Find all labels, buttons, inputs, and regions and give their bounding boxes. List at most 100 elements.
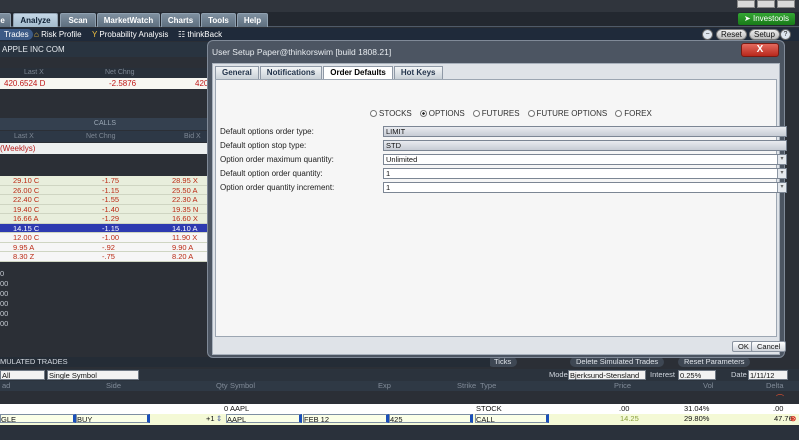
weeklys-series-row[interactable]: (Weeklys) (0, 143, 210, 154)
radio-stocks[interactable]: STOCKS (370, 109, 412, 118)
tab-general[interactable]: General (215, 66, 259, 79)
table-row[interactable]: 0 AAPL STOCK .00 31.04% .00 (0, 404, 799, 414)
tab-trade[interactable]: le (0, 13, 11, 27)
radio-future-options[interactable]: FUTURE OPTIONS (527, 109, 608, 118)
tab-hot-keys[interactable]: Hot Keys (393, 66, 443, 79)
col-symbol[interactable]: Symbol (230, 381, 255, 391)
list-item[interactable]: 0 (0, 269, 210, 279)
tab-tools[interactable]: Tools (201, 13, 236, 27)
table-row[interactable]: 8.30 Z -.75 8.20 A (0, 252, 210, 262)
qty-stepper-icon[interactable]: ⇕ (216, 414, 222, 424)
tab-charts[interactable]: Charts (161, 13, 200, 27)
cell-trade[interactable]: GLE (0, 414, 76, 424)
dialog-close-button[interactable]: X (741, 43, 779, 57)
col-header-bid[interactable]: Bid X (184, 131, 201, 142)
list-item[interactable]: 00 (0, 289, 210, 299)
cell-net: -1.55 (102, 195, 120, 204)
tab-marketwatch[interactable]: MarketWatch (97, 13, 160, 27)
setup-button[interactable]: Setup (749, 29, 780, 40)
table-row[interactable]: 9.95 A -.92 9.90 A (0, 242, 210, 252)
col-trade[interactable]: ad (2, 381, 10, 391)
thinkback-icon: ☷ (178, 30, 188, 39)
table-row[interactable]: 26.00 C -1.15 25.50 A (0, 185, 210, 195)
spinner-icon[interactable]: ▾ (777, 183, 786, 192)
order-defaults-panel: STOCKS OPTIONS FUTURES FUTURE OPTIONS FO… (215, 79, 787, 337)
minus-icon[interactable]: − (702, 29, 713, 40)
table-row-selected[interactable]: 14.15 C -1.15 14.10 A (0, 223, 210, 233)
subtab-add-simulated-trades[interactable]: Trades (0, 29, 33, 40)
spinner-icon[interactable]: ▾ (777, 155, 786, 164)
table-row[interactable]: 22.40 C -1.55 22.30 A (0, 195, 210, 205)
radio-options[interactable]: OPTIONS (419, 109, 465, 118)
cell-last: 22.40 C (13, 195, 40, 204)
col-exp[interactable]: Exp (378, 381, 391, 391)
cell-symbol[interactable]: AAPL (226, 414, 302, 424)
tab-help[interactable]: Help (237, 13, 268, 27)
tab-analyze[interactable]: Analyze (13, 13, 58, 27)
interest-stepper[interactable]: 0.25% (678, 370, 716, 380)
delete-simulated-trades-button[interactable]: Delete Simulated Trades (570, 357, 665, 367)
list-item[interactable]: 00 (0, 279, 210, 289)
max-quantity-stepper[interactable]: Unlimited ▾ (383, 154, 787, 165)
subtab-thinkback[interactable]: ☷ thinkBack (178, 29, 222, 40)
field-label: Default option order quantity: (220, 169, 323, 178)
table-row[interactable]: 12.00 C -1.00 11.90 X (0, 233, 210, 243)
curve-icon[interactable]: ⌒ (776, 393, 784, 404)
maximize-button[interactable] (757, 0, 775, 8)
filter-all-select[interactable]: All (0, 370, 45, 380)
table-row[interactable]: 19.40 C -1.40 19.35 N (0, 204, 210, 214)
list-item[interactable]: 00 (0, 309, 210, 319)
cell-type: STOCK (476, 404, 502, 413)
investools-button[interactable]: ➤ Investools (738, 13, 795, 25)
cell-exp-select[interactable]: FEB 12 (303, 414, 389, 424)
model-select[interactable]: Bjerksund-Stensland (568, 370, 646, 380)
cell-type-select[interactable]: CALL (475, 414, 549, 424)
field-row-quantity-increment: Option order quantity increment: 1 ▾ (220, 182, 787, 194)
filter-symbol-select[interactable]: Single Symbol (47, 370, 139, 380)
cell-bid: 28.95 X (172, 176, 198, 185)
subtab-risk-profile[interactable]: ⌂ Risk Profile (34, 29, 82, 40)
list-item[interactable]: 00 (0, 319, 210, 329)
col-side[interactable]: Side (106, 381, 121, 391)
symbol-description: APPLE INC COM (0, 42, 210, 57)
radio-future-options-label: FUTURE OPTIONS (536, 109, 608, 118)
tab-scan[interactable]: Scan (60, 13, 96, 27)
spinner-icon[interactable]: ▾ (777, 169, 786, 178)
col-header-last[interactable]: Last X (14, 131, 34, 142)
col-type[interactable]: Type (480, 381, 496, 391)
radio-forex[interactable]: FOREX (615, 109, 652, 118)
col-delta[interactable]: Delta (766, 381, 784, 391)
remove-trade-icon[interactable]: ⊗ (790, 414, 796, 424)
order-type-select[interactable]: LIMIT (383, 126, 787, 137)
cell-side-select[interactable]: BUY (76, 414, 150, 424)
radio-futures[interactable]: FUTURES (472, 109, 520, 118)
close-window-button[interactable] (777, 0, 795, 8)
subtab-probability-analysis[interactable]: Y Probability Analysis (92, 29, 168, 40)
cell-price[interactable]: 14.25 (620, 414, 639, 424)
col-header-net[interactable]: Net Chng (86, 131, 116, 142)
default-quantity-stepper[interactable]: 1 ▾ (383, 168, 787, 179)
quantity-increment-stepper[interactable]: 1 ▾ (383, 182, 787, 193)
list-item[interactable]: 00 (0, 299, 210, 309)
cell-qty: 0 (224, 404, 229, 413)
table-row[interactable]: GLE BUY +1 ⇕ AAPL FEB 12 425 CALL 14.25 … (0, 414, 799, 425)
dialog-title: User Setup Paper@thinkorswim [build 1808… (212, 47, 392, 57)
stop-type-select[interactable]: STD (383, 140, 787, 151)
cell-strike-select[interactable]: 425 (389, 414, 473, 424)
cell-bid: 19.35 N (172, 204, 199, 214)
cancel-button[interactable]: Cancel (751, 341, 787, 352)
minimize-button[interactable] (737, 0, 755, 8)
date-stepper[interactable]: 1/11/12 (748, 370, 788, 380)
tab-order-defaults[interactable]: Order Defaults (323, 66, 393, 79)
col-strike[interactable]: Strike (457, 381, 476, 391)
window-titlebar (0, 0, 799, 12)
reset-parameters-button[interactable]: Reset Parameters (678, 357, 751, 367)
col-qty[interactable]: Qty (216, 381, 228, 391)
reset-button[interactable]: Reset (716, 29, 747, 40)
table-row[interactable]: 29.10 C -1.75 28.95 X (0, 176, 210, 186)
table-row[interactable]: 16.66 A -1.29 16.60 X (0, 214, 210, 224)
help-icon[interactable]: ? (780, 29, 791, 40)
col-price[interactable]: Price (614, 381, 631, 391)
col-vol[interactable]: Vol (703, 381, 713, 391)
tab-notifications[interactable]: Notifications (259, 66, 323, 79)
